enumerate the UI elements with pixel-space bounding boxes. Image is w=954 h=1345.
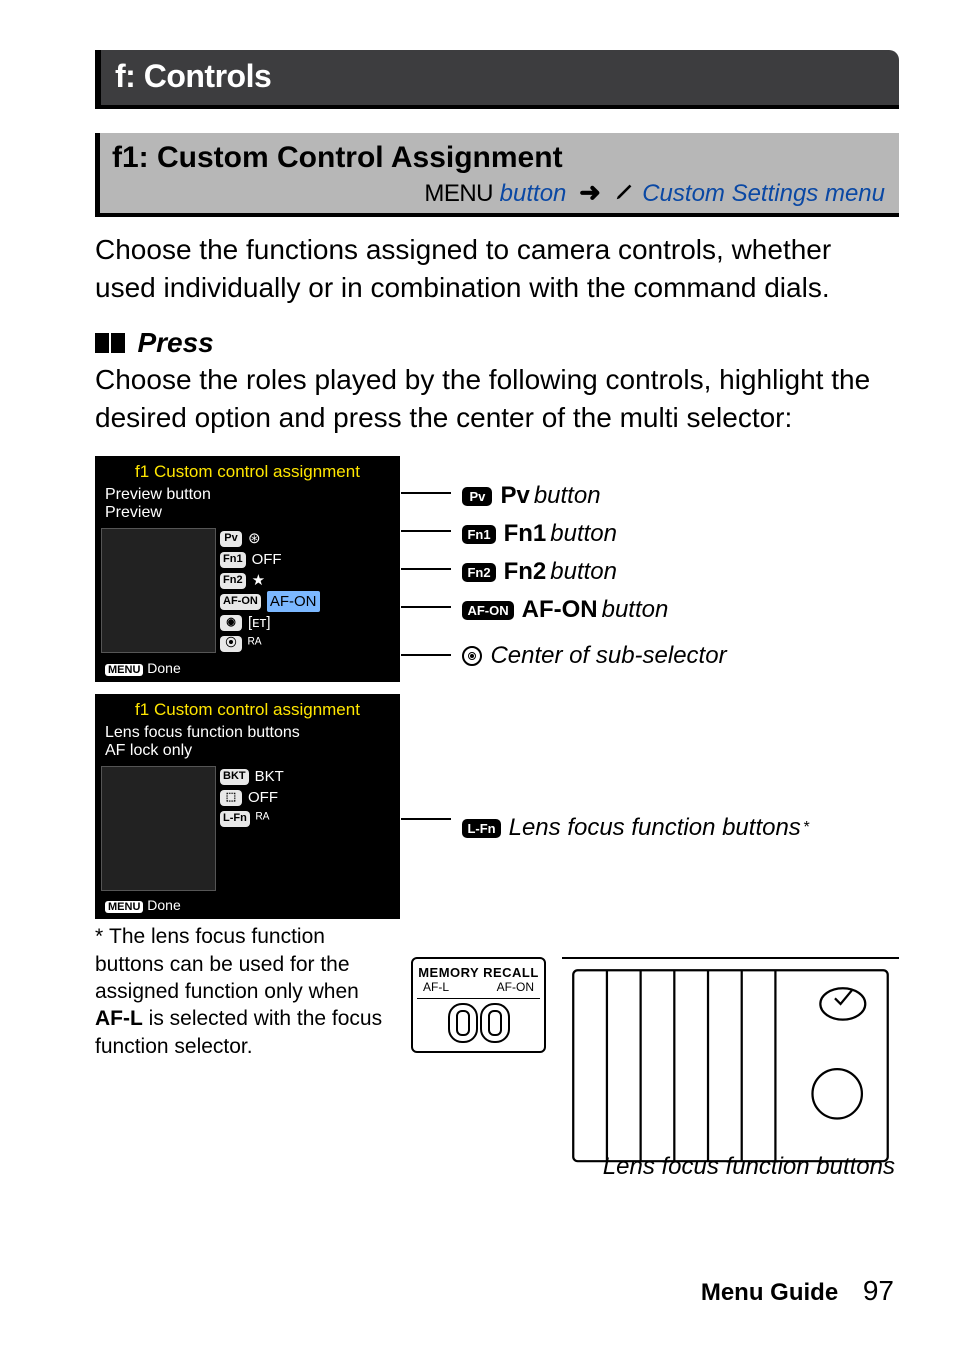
callout-afon: AF-ON AF-ON button bbox=[462, 596, 726, 624]
camera-lcd-screenshot-1: f1 Custom control assignment Preview but… bbox=[95, 456, 400, 682]
lcd-line2: Preview bbox=[95, 504, 400, 528]
diagram-row-2: f1 Custom control assignment Lens focus … bbox=[95, 694, 899, 919]
press-heading-row: Press bbox=[95, 327, 899, 359]
footnote-marker: * bbox=[803, 819, 809, 837]
lcd-title: f1 Custom control assignment bbox=[95, 460, 400, 486]
press-paragraph: Choose the roles played by the following… bbox=[95, 361, 899, 437]
switch-label-afl: AF-L bbox=[423, 980, 449, 994]
lcd-line1: Preview button bbox=[95, 486, 400, 504]
lcd2-done-row: MENU Done bbox=[95, 891, 400, 913]
fn2-badge-icon: Fn2 bbox=[462, 563, 495, 582]
lcd-rows: Pv⊛ Fn1OFF Fn2★ AF-ONAF-ON ◉[ᴇᴛ] ⦿ᴿᴬ bbox=[216, 528, 394, 654]
callout-fn1: Fn1 Fn1 button bbox=[462, 520, 726, 548]
switch-label-afon: AF-ON bbox=[497, 980, 534, 994]
lcd2-line2: AF lock only bbox=[95, 742, 400, 766]
lcd2-title: f1 Custom control assignment bbox=[95, 698, 400, 724]
callout-fn2: Fn2 Fn2 button bbox=[462, 558, 726, 586]
callout-center-sub-selector: Center of sub-selector bbox=[462, 642, 726, 670]
sub-header-breadcrumb: MENU button ➜ Custom Settings menu bbox=[112, 177, 885, 209]
press-heading: Press bbox=[137, 327, 213, 358]
lcd2-camera-illustration bbox=[101, 766, 216, 891]
button-word: button bbox=[500, 180, 567, 207]
pv-badge-icon: Pv bbox=[462, 487, 492, 506]
afon-badge-icon: AF-ON bbox=[462, 601, 513, 620]
switch-knob-right bbox=[480, 1003, 510, 1043]
arrow-icon: ➜ bbox=[573, 177, 607, 207]
fn1-badge-icon: Fn1 bbox=[462, 525, 495, 544]
focus-function-switch-illustration: MEMORY RECALL AF-L AF-ON bbox=[411, 957, 546, 1053]
breadcrumb-text: Custom Settings menu bbox=[642, 180, 885, 207]
intro-paragraph: Choose the functions assigned to camera … bbox=[95, 231, 899, 307]
footnote-text: *The lens focus function buttons can be … bbox=[95, 923, 395, 1059]
callouts-group-2: L-Fn Lens focus function buttons * bbox=[462, 694, 809, 852]
camera-lcd-screenshot-2: f1 Custom control assignment Lens focus … bbox=[95, 694, 400, 919]
lens-illustration bbox=[562, 957, 899, 1147]
lcd2-rows: BKTBKT ⬚OFF L-Fnᴿᴬ bbox=[216, 766, 394, 891]
page-footer: Menu Guide 97 bbox=[701, 1275, 894, 1307]
menu-glyph: MENU bbox=[424, 180, 493, 207]
callout-lens-focus-buttons: L-Fn Lens focus function buttons * bbox=[462, 814, 809, 842]
diagram-row-1: f1 Custom control assignment Preview but… bbox=[95, 456, 899, 682]
sub-header-title: f1: Custom Control Assignment bbox=[112, 141, 885, 175]
lcd2-line1: Lens focus function buttons bbox=[95, 724, 400, 742]
lfn-badge-icon: L-Fn bbox=[462, 819, 500, 838]
section-header: f: Controls bbox=[95, 50, 899, 109]
sub-header: f1: Custom Control Assignment MENU butto… bbox=[95, 133, 899, 217]
lcd-done-row: MENU Done bbox=[95, 654, 400, 676]
footer-section-label: Menu Guide bbox=[701, 1279, 838, 1306]
footnote-row: *The lens focus function buttons can be … bbox=[95, 923, 899, 1182]
section-header-text: f: Controls bbox=[115, 58, 271, 94]
switch-label-memory-recall: MEMORY RECALL bbox=[417, 965, 540, 980]
pencil-icon bbox=[614, 180, 636, 209]
callouts-group-1: Pv Pv button Fn1 Fn1 button Fn2 Fn2 butt… bbox=[462, 456, 726, 680]
target-icon bbox=[462, 646, 482, 666]
lcd-camera-illustration bbox=[101, 528, 216, 653]
switch-knob-left bbox=[448, 1003, 478, 1043]
callout-pv: Pv Pv button bbox=[462, 482, 726, 510]
footer-page-number: 97 bbox=[863, 1275, 894, 1306]
press-bullet-icon bbox=[95, 333, 127, 353]
